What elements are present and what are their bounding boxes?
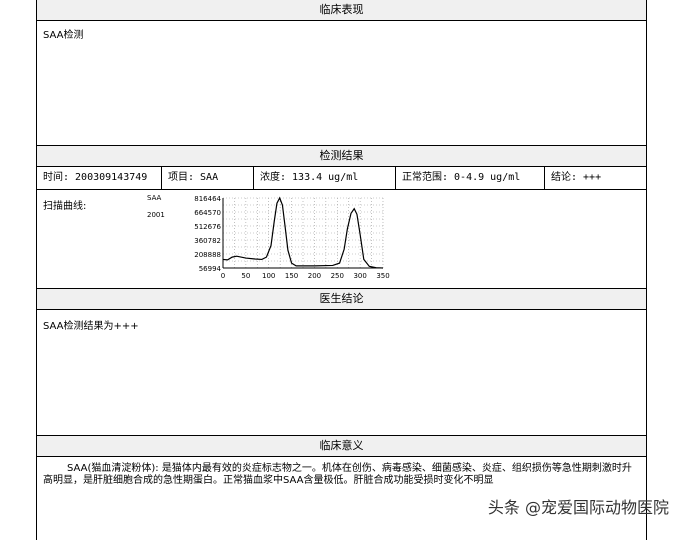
report-table: 临床表现 SAA检测 检测结果 时间: 200309143749 项目: SAA… [36,0,647,540]
test-time: 时间: 200309143749 [37,167,162,189]
scan-chart: SAA 2001 816464 664570 512676 360782 208888 569… [147,194,390,280]
x-tick-label: 50 [241,272,250,280]
x-tick-label: 350 [376,272,389,280]
y-tick-label: 208888 [194,251,221,259]
y-tick-label: 360782 [194,237,221,245]
x-tick-label: 250 [331,272,344,280]
result-row: 时间: 200309143749 项目: SAA 浓度: 133.4 ug/ml… [37,167,646,190]
y-tick-label: 56994 [199,265,222,273]
test-item: 项目: SAA [162,167,254,189]
watermark: 头条 @宠爱国际动物医院 [487,498,669,517]
normal-range: 正常范围: 0-4.9 ug/ml [396,167,545,189]
x-tick-label: 200 [308,272,321,280]
section-header-meaning: 临床意义 [37,435,646,457]
legend-label: 2001 [147,211,165,219]
x-tick-label: 300 [353,272,366,280]
verdict: 结论: +++ [551,172,602,183]
concentration: 浓度: 133.4 ug/ml [254,167,396,189]
section-header-conclusion: 医生结论 [37,288,646,310]
clinical-text: SAA检测 [43,30,84,41]
conclusion-text: SAA检测结果为+++ [43,321,139,332]
y-tick-label: 816464 [194,195,221,203]
section-header-result: 检测结果 [37,145,646,167]
y-tick-label: 664570 [194,209,221,217]
meaning-text: SAA(猫血清淀粉体): 是猫体内最有效的炎症标志物之一。机体在创伤、病毒感染、… [43,463,632,486]
x-tick-label: 0 [221,272,225,280]
y-tick-label: 512676 [194,223,221,231]
section-header-clinical: 临床表现 [37,0,646,21]
x-tick-label: 150 [285,272,298,280]
legend-label: SAA [147,194,162,202]
x-tick-label: 100 [262,272,275,280]
